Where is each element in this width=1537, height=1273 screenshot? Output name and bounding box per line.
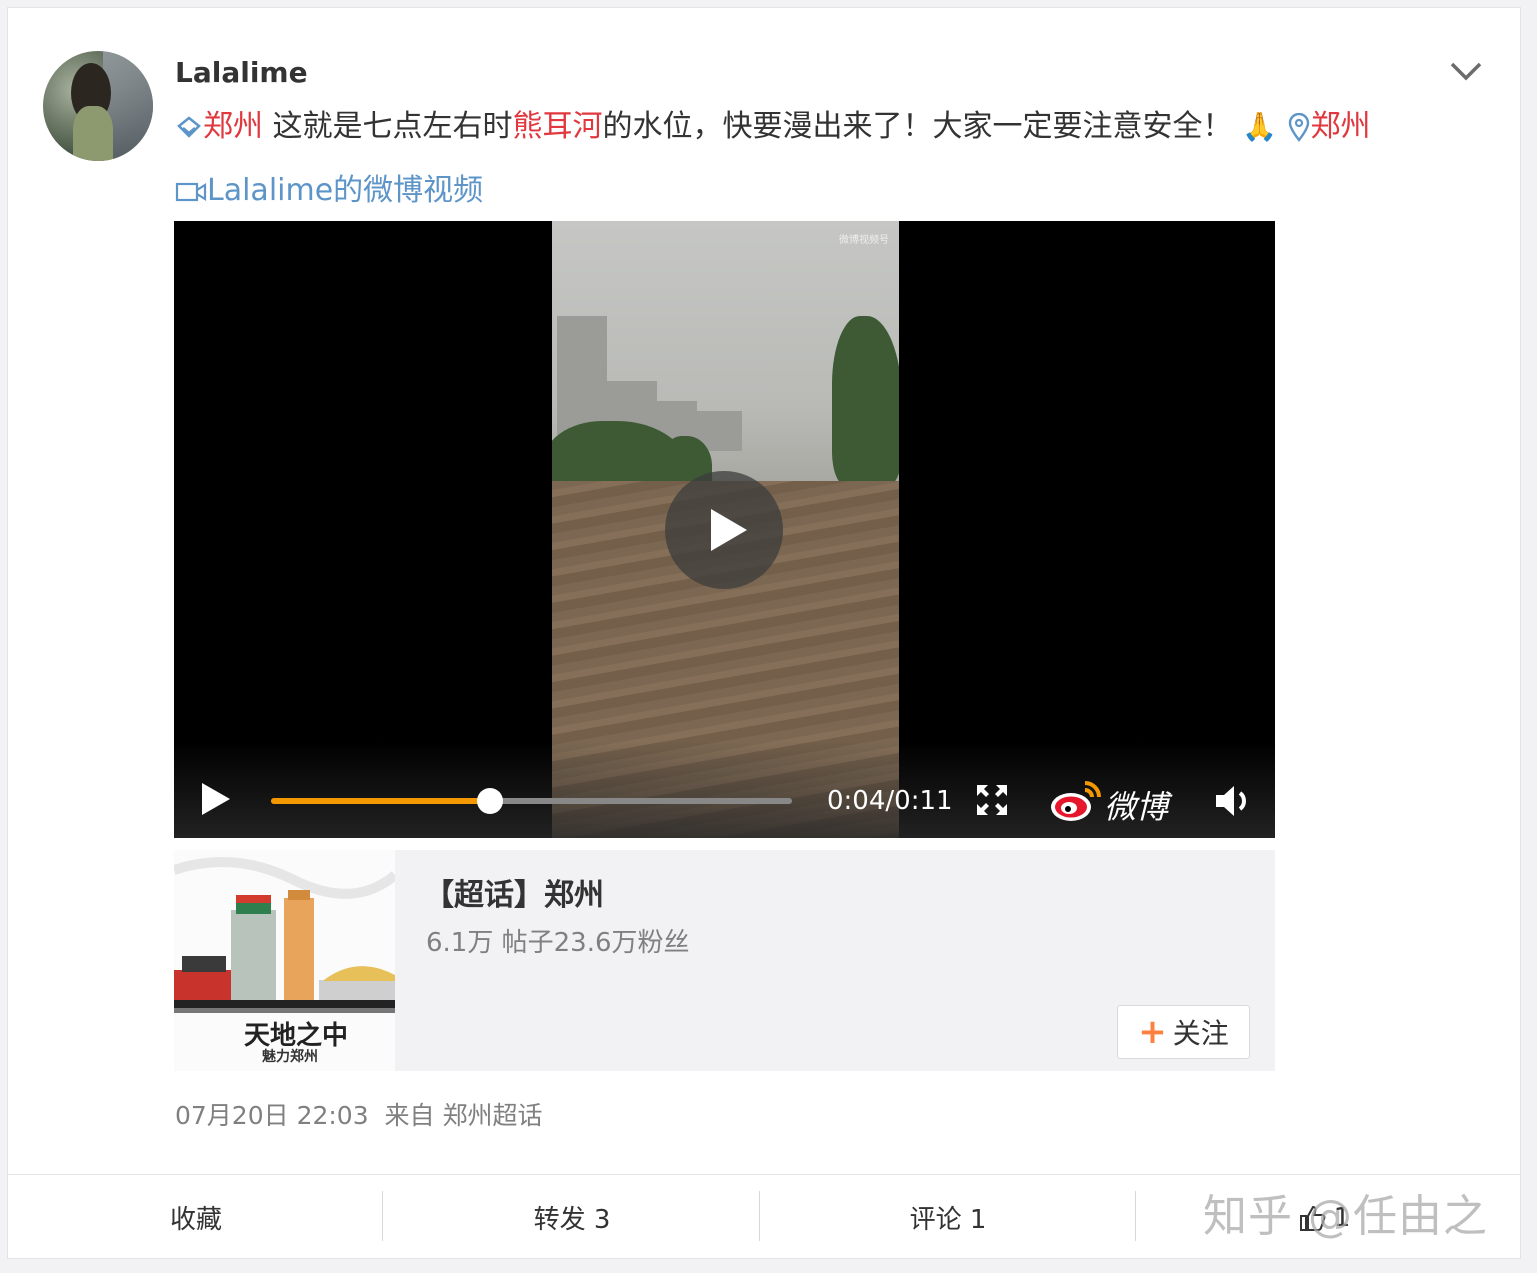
video-watermark: 微博视频号 (839, 235, 889, 246)
supertopic-card[interactable]: 天地之中 魅力郑州 【超话】郑州 6.1万 帖子23.6万粉丝 + 关注 (174, 850, 1275, 1071)
playback-time: 0:04/0:11 (827, 786, 953, 816)
location-link[interactable]: 郑州 (1311, 109, 1371, 144)
video-controls: 0:04/0:11 微博 (174, 741, 1275, 838)
play-button-large[interactable] (665, 471, 783, 589)
chevron-down-icon[interactable] (1448, 56, 1484, 84)
collect-button[interactable]: 收藏 (8, 1175, 384, 1260)
progress-bar[interactable] (271, 788, 792, 814)
supertopic-stats: 6.1万 帖子23.6万粉丝 (426, 928, 690, 958)
video-link[interactable]: Lalalime的微博视频 (175, 165, 483, 209)
repost-label: 转发 3 (533, 1205, 611, 1235)
post-meta: 07月20日 22:03 来自 郑州超话 (175, 1096, 543, 1132)
zhihu-watermark: 知乎 @任由之 (1203, 1191, 1488, 1242)
plus-icon: + (1138, 1012, 1167, 1052)
supertopic-image: 天地之中 魅力郑州 (174, 850, 395, 1071)
supertopic-title[interactable]: 【超话】郑州 (424, 870, 604, 914)
post-source-link[interactable]: 郑州超话 (443, 1101, 543, 1130)
post-date[interactable]: 07月20日 22:03 (175, 1101, 369, 1130)
supertopic-icon (177, 115, 201, 138)
video-player[interactable]: 微博视频号 0:04/0:11 微博 (174, 221, 1275, 838)
volume-icon[interactable] (1214, 783, 1254, 819)
progress-knob[interactable] (476, 788, 503, 814)
weibo-eye-icon (1051, 781, 1101, 821)
location-pin-icon (1288, 112, 1309, 142)
video-camera-icon (175, 182, 207, 201)
fullscreen-icon[interactable] (975, 783, 1009, 817)
keyword-link[interactable]: 熊耳河 (513, 109, 603, 144)
comment-label: 评论 1 (909, 1205, 987, 1235)
weibo-logo[interactable]: 微博 (1049, 775, 1179, 826)
repost-button[interactable]: 转发 3 (384, 1175, 760, 1260)
username[interactable]: Lalalime (175, 56, 308, 89)
post-text-part2: 的水位，快要漫出来了！大家一定要注意安全！ (602, 109, 1233, 144)
follow-button[interactable]: + 关注 (1117, 1005, 1250, 1059)
weibo-logo-text: 微博 (1104, 788, 1169, 826)
video-link-label[interactable]: Lalalime的微博视频 (207, 173, 483, 208)
topic-link[interactable]: 郑州 (203, 109, 263, 144)
weibo-post-card: Lalalime 郑州 这就是七点左右时熊耳河的水位，快要漫出来了！大家一定要注… (7, 7, 1521, 1259)
user-avatar[interactable] (43, 51, 153, 161)
image-caption-sub: 魅力郑州 (262, 1049, 318, 1065)
follow-label: 关注 (1172, 1017, 1229, 1050)
comment-button[interactable]: 评论 1 (760, 1175, 1136, 1260)
post-text: 郑州 这就是七点左右时熊耳河的水位，快要漫出来了！大家一定要注意安全！ 🙏 郑州 (175, 106, 1371, 148)
post-text-part1: 这就是七点左右时 (263, 109, 513, 144)
play-icon[interactable] (200, 781, 232, 817)
from-label: 来自 (384, 1101, 435, 1130)
pray-emoji: 🙏 (1242, 110, 1277, 143)
collect-label: 收藏 (169, 1205, 222, 1235)
